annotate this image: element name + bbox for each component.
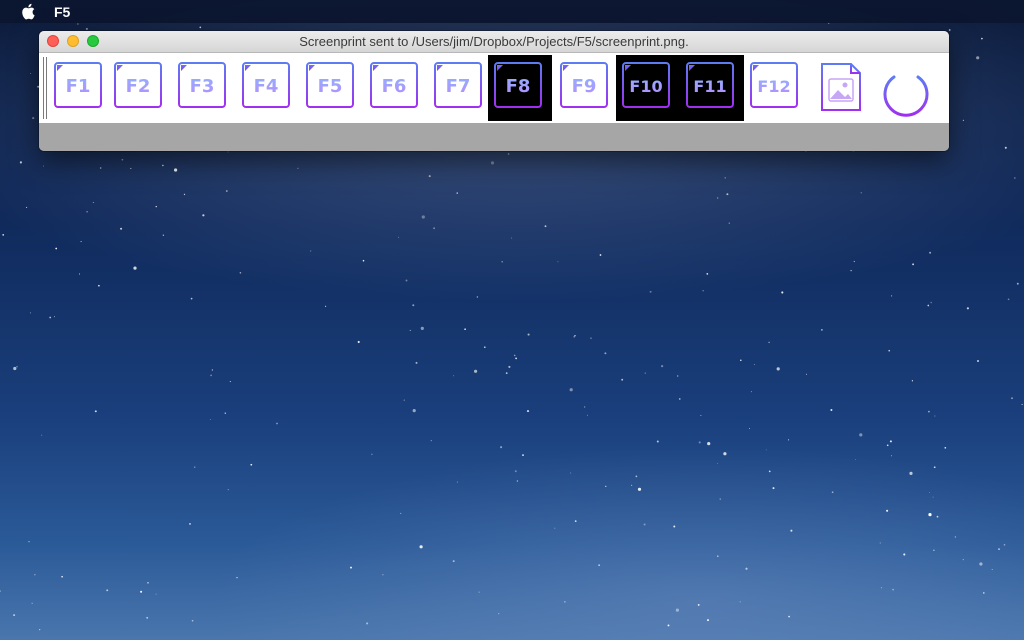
key-cap-icon: F12 — [750, 62, 798, 108]
app-window: Screenprint sent to /Users/jim/Dropbox/P… — [39, 31, 949, 151]
apple-icon[interactable] — [20, 3, 36, 21]
toolbar: F1 F2 F3 F4 F5 F6 F7 F8 F9 F10 F11 F12 — [39, 53, 949, 123]
key-button-f2[interactable]: F2 — [108, 55, 172, 121]
key-label: F11 — [693, 77, 726, 96]
key-label: F3 — [190, 76, 215, 97]
key-label: F1 — [66, 76, 91, 97]
title-bar[interactable]: Screenprint sent to /Users/jim/Dropbox/P… — [39, 31, 949, 53]
key-cap-icon: F5 — [306, 62, 354, 108]
key-button-f4[interactable]: F4 — [236, 55, 300, 121]
key-button-f11[interactable]: F11 — [680, 55, 744, 121]
key-button-f10[interactable]: F10 — [616, 55, 680, 121]
key-label: F7 — [446, 76, 471, 97]
key-button-f1[interactable]: F1 — [48, 55, 112, 121]
key-button-f9[interactable]: F9 — [554, 55, 618, 121]
key-button-f3[interactable]: F3 — [172, 55, 236, 121]
key-button-f12[interactable]: F12 — [744, 55, 808, 121]
key-cap-icon: F1 — [54, 62, 102, 108]
key-cap-icon: F6 — [370, 62, 418, 108]
key-cap-icon: F11 — [686, 62, 734, 108]
key-cap-icon: F8 — [494, 62, 542, 108]
key-label: F9 — [572, 76, 597, 97]
key-label: F8 — [506, 76, 531, 97]
key-cap-icon: F3 — [178, 62, 226, 108]
key-label: F4 — [254, 76, 279, 97]
key-button-f5[interactable]: F5 — [300, 55, 364, 121]
window-title: Screenprint sent to /Users/jim/Dropbox/P… — [299, 34, 689, 49]
key-cap-icon: F4 — [242, 62, 290, 108]
image-file-button[interactable] — [810, 55, 874, 121]
window-footer — [39, 123, 949, 151]
key-button-f7[interactable]: F7 — [428, 55, 492, 121]
key-cap-icon: F9 — [560, 62, 608, 108]
app-menu[interactable]: F5 — [54, 4, 70, 20]
power-icon — [883, 62, 929, 117]
image-file-icon — [821, 63, 861, 114]
key-button-f6[interactable]: F6 — [364, 55, 428, 121]
toolbar-grip-handle[interactable] — [43, 57, 47, 119]
key-button-f8[interactable]: F8 — [488, 55, 552, 121]
key-label: F2 — [126, 76, 151, 97]
menu-bar: F5 — [0, 0, 1024, 23]
key-label: F6 — [382, 76, 407, 97]
power-button[interactable] — [874, 55, 938, 121]
key-label: F10 — [629, 77, 662, 96]
key-label: F12 — [757, 77, 790, 96]
key-cap-icon: F2 — [114, 62, 162, 108]
key-cap-icon: F10 — [622, 62, 670, 108]
key-label: F5 — [318, 76, 343, 97]
key-cap-icon: F7 — [434, 62, 482, 108]
